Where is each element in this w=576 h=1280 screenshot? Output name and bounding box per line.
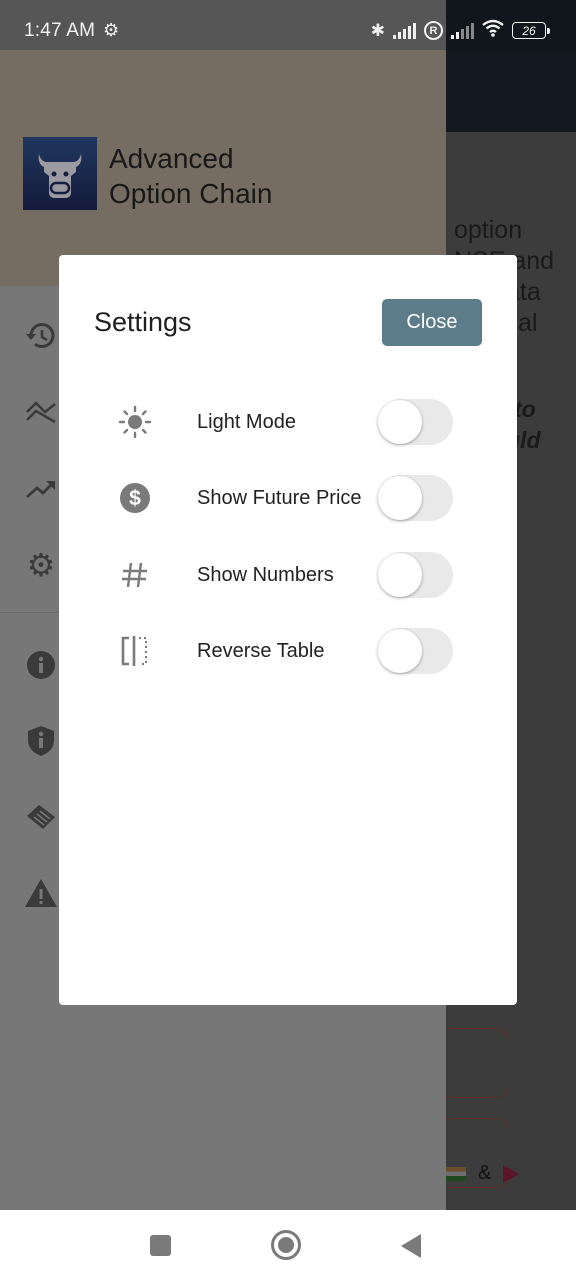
app-logo [23, 137, 97, 210]
handshake-icon [27, 805, 55, 829]
wifi-icon [482, 19, 504, 42]
status-icons: ✱ R 26 [370, 19, 550, 42]
battery-icon: 26 [512, 22, 550, 39]
flags-row: & [446, 1162, 520, 1185]
status-bar: 1:47 AM ⚙ ✱ R 26 [0, 0, 576, 50]
setting-row-show-future-price: $ Show Future Price [59, 473, 517, 523]
setting-label: Reverse Table [197, 640, 325, 662]
nepal-flag-icon [503, 1164, 520, 1183]
settings-dialog: Settings Close Light Mode $ Show Future … [59, 255, 517, 1005]
setting-label: Show Numbers [197, 564, 334, 586]
show-future-price-toggle[interactable] [378, 475, 453, 521]
dialog-title: Settings [94, 307, 192, 337]
drawer-item-privacy[interactable] [24, 724, 58, 758]
background-app-header [446, 50, 576, 132]
history-icon [26, 323, 55, 348]
app-title-line2: Option Chain [109, 178, 273, 209]
settings-icon: ⚙ [26, 547, 56, 583]
chart-crossing-icon [26, 401, 56, 424]
recent-apps-button[interactable] [150, 1235, 171, 1256]
settings-gear-icon: ⚙ [103, 20, 120, 40]
show-numbers-toggle[interactable] [378, 552, 453, 598]
setting-row-light-mode: Light Mode [59, 397, 517, 447]
privacy-shield-icon [28, 726, 54, 756]
info-icon [27, 651, 55, 679]
drawer-item-chart[interactable] [24, 395, 58, 429]
reverse-table-icon [115, 634, 155, 668]
ampersand: & [478, 1162, 492, 1184]
dollar-icon: $ [115, 481, 155, 515]
home-button[interactable] [271, 1230, 301, 1260]
drawer-item-disclaimer[interactable] [24, 876, 58, 910]
back-button[interactable] [401, 1234, 421, 1258]
close-button[interactable]: Close [382, 299, 482, 346]
battery-level: 26 [522, 23, 536, 38]
drawer-header: Advanced Option Chain [0, 50, 446, 286]
background-italic-text: to [514, 396, 536, 422]
background-text: option [454, 216, 523, 244]
drawer-item-settings[interactable]: ⚙ [24, 547, 58, 583]
background-outline-button [446, 1028, 508, 1098]
setting-row-reverse-table: Reverse Table [59, 626, 517, 676]
toggle-knob [378, 400, 422, 444]
trending-up-icon [26, 481, 55, 499]
setting-label: Show Future Price [197, 487, 362, 509]
reverse-table-toggle[interactable] [378, 628, 453, 674]
setting-row-show-numbers: Show Numbers [59, 550, 517, 600]
drawer-item-terms[interactable] [24, 800, 58, 834]
sun-icon [115, 405, 155, 439]
toggle-knob [378, 629, 422, 673]
svg-text:$: $ [129, 487, 141, 510]
app-title: Advanced Option Chain [109, 141, 272, 211]
registered-icon: R [424, 21, 443, 40]
warning-icon [25, 879, 57, 907]
navigation-bar [0, 1210, 576, 1280]
setting-label: Light Mode [197, 411, 296, 433]
status-time: 1:47 AM [24, 20, 96, 41]
hash-icon [115, 558, 155, 592]
drawer-item-about[interactable] [24, 648, 58, 682]
light-mode-toggle[interactable] [378, 399, 453, 445]
signal-icon-2 [451, 22, 474, 39]
bull-icon [38, 153, 82, 198]
drawer-item-history[interactable] [24, 319, 58, 353]
toggle-knob [378, 476, 422, 520]
india-flag-icon [446, 1166, 466, 1181]
toggle-knob [378, 553, 422, 597]
bluetooth-icon: ✱ [370, 20, 385, 40]
app-title-line1: Advanced [109, 143, 234, 174]
signal-icon [393, 22, 416, 39]
drawer-item-trending[interactable] [24, 472, 58, 506]
